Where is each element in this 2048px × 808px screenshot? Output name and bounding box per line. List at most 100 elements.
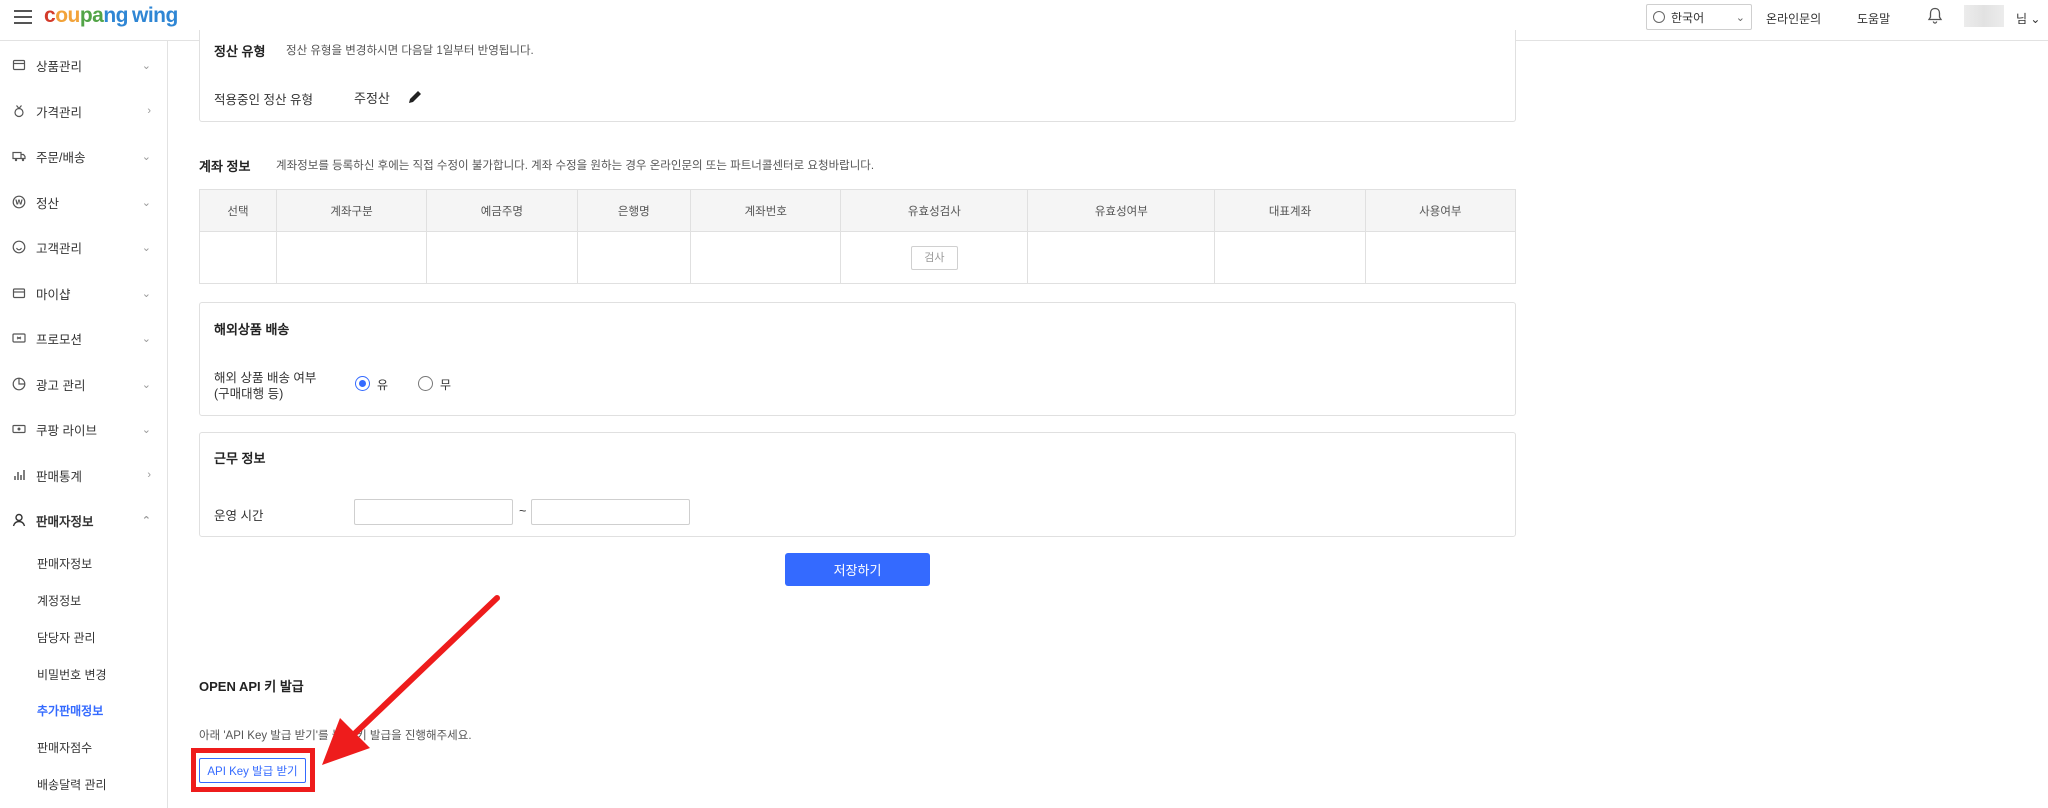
sidebar-item-label: 쿠팡 라이브	[36, 423, 97, 438]
sub-item-manager[interactable]: 담당자 관리	[37, 629, 96, 646]
user-suffix-label: 님	[2016, 12, 2028, 26]
column-header: 예금주명	[426, 189, 578, 232]
sub-item-seller-info[interactable]: 판매자정보	[37, 555, 92, 572]
truck-icon	[12, 149, 26, 163]
save-button[interactable]: 저장하기	[785, 553, 930, 586]
sidebar-item-label: 프로모션	[36, 332, 83, 347]
end-time-input[interactable]	[531, 499, 690, 525]
settlement-panel: 정산 유형 정산 유형을 변경하시면 다음달 1일부터 반영됩니다. 적용중인 …	[199, 30, 1516, 122]
radio-yes[interactable]	[355, 376, 370, 391]
svg-text:W: W	[15, 199, 23, 207]
column-header: 계좌번호	[690, 189, 842, 232]
shop-icon	[12, 286, 26, 300]
table-cell	[199, 231, 277, 284]
box-icon	[12, 58, 26, 72]
sidebar-item-label: 가격관리	[36, 105, 83, 120]
chevron-down-icon: ⌄	[141, 241, 151, 254]
sub-item-additional-sales-info[interactable]: 추가판매정보	[37, 702, 103, 719]
medal-icon	[12, 104, 26, 118]
sub-item-delivery-calendar[interactable]: 배송달력 관리	[37, 776, 107, 793]
table-cell	[426, 231, 578, 284]
settlement-title: 정산 유형	[214, 44, 266, 59]
table-cell	[1364, 231, 1517, 284]
pie-chart-icon	[12, 377, 26, 391]
sidebar-item-label: 마이샵	[36, 287, 71, 302]
user-name-redacted	[1964, 5, 2004, 27]
chevron-right-icon: ›	[147, 105, 151, 117]
table-cell	[576, 231, 692, 284]
bell-icon[interactable]	[1927, 7, 1943, 25]
chevron-down-icon: ⌄	[2030, 12, 2041, 26]
sub-item-password[interactable]: 비밀번호 변경	[37, 666, 107, 683]
column-header: 유효성검사	[840, 189, 1029, 232]
current-settlement-label: 적용중인 정산 유형	[214, 93, 313, 107]
sidebar-item-ads[interactable]: 광고 관리 ⌄	[0, 369, 167, 399]
sidebar-item-label: 상품관리	[36, 59, 83, 74]
chevron-down-icon: ⌄	[141, 150, 151, 163]
work-info-panel: 근무 정보 운영 시간 ~	[199, 432, 1516, 537]
sidebar-item-products[interactable]: 상품관리 ⌄	[0, 50, 167, 80]
chevron-down-icon: ⌄	[141, 59, 151, 72]
start-time-input[interactable]	[354, 499, 513, 525]
chevron-down-icon: ⌄	[141, 287, 151, 300]
online-inquiry-link[interactable]: 온라인문의	[1766, 10, 1821, 27]
sidebar-item-myshop[interactable]: 마이샵 ⌄	[0, 278, 167, 308]
table-cell	[690, 231, 842, 284]
account-title: 계좌 정보	[199, 159, 251, 174]
validate-button[interactable]: 검사	[910, 245, 958, 270]
won-coin-icon: W	[12, 195, 26, 209]
person-icon	[12, 513, 26, 527]
logo-part: wing	[132, 4, 178, 27]
column-header: 선택	[199, 189, 277, 232]
chevron-down-icon: ⌄	[1735, 11, 1745, 24]
overseas-label-sub: (구매대행 등)	[214, 387, 284, 401]
sidebar-item-coupang-live[interactable]: 쿠팡 라이브 ⌄	[0, 414, 167, 444]
edit-pencil-icon[interactable]	[407, 89, 423, 105]
sub-item-seller-score[interactable]: 판매자점수	[37, 739, 92, 756]
chevron-up-icon: ⌃	[141, 514, 151, 527]
current-settlement-value: 주정산	[354, 91, 390, 106]
live-icon	[12, 422, 26, 436]
sidebar-item-customers[interactable]: 고객관리 ⌄	[0, 232, 167, 262]
open-api-title: OPEN API 키 발급	[199, 679, 304, 694]
column-header: 은행명	[576, 189, 692, 232]
sidebar-item-sales-stats[interactable]: 판매통계 ›	[0, 460, 167, 490]
chevron-down-icon: ⌄	[141, 378, 151, 391]
column-header: 계좌구분	[275, 189, 428, 232]
sidebar-item-promotion[interactable]: 프로모션 ⌄	[0, 323, 167, 353]
settlement-desc: 정산 유형을 변경하시면 다음달 1일부터 반영됩니다.	[286, 45, 534, 57]
sidebar-item-orders[interactable]: 주문/배송 ⌄	[0, 141, 167, 171]
radio-yes-label: 유	[377, 378, 389, 392]
work-title: 근무 정보	[214, 451, 266, 466]
table-cell	[1214, 231, 1366, 284]
chevron-right-icon: ›	[147, 469, 151, 481]
overseas-title: 해외상품 배송	[214, 322, 290, 337]
annotation-arrow-icon	[322, 595, 500, 765]
account-table: 선택 계좌구분 예금주명 은행명 계좌번호 유효성검사 유효성여부 대표계좌 사…	[199, 189, 1517, 284]
radio-no[interactable]	[418, 376, 433, 391]
sidebar-item-label: 판매통계	[36, 469, 83, 484]
table-header-row: 선택 계좌구분 예금주명 은행명 계좌번호 유효성검사 유효성여부 대표계좌 사…	[199, 189, 1517, 232]
sidebar-item-pricing[interactable]: 가격관리 ›	[0, 96, 167, 126]
sidebar-item-label: 정산	[36, 196, 60, 211]
sidebar-item-label: 판매자정보	[36, 514, 94, 529]
coupang-wing-logo[interactable]: coupang wing	[44, 4, 178, 28]
language-value: 한국어	[1671, 10, 1705, 25]
user-menu[interactable]: 님 ⌄	[2016, 10, 2040, 27]
column-header: 유효성여부	[1027, 189, 1216, 232]
sidebar-item-settlement[interactable]: W 정산 ⌄	[0, 187, 167, 217]
column-header: 대표계좌	[1214, 189, 1366, 232]
overseas-shipping-panel: 해외상품 배송 해외 상품 배송 여부 (구매대행 등) 유 무	[199, 302, 1516, 416]
table-cell	[275, 231, 428, 284]
sidebar-item-seller-info[interactable]: 판매자정보 ⌃	[0, 505, 167, 535]
language-select[interactable]: 한국어 ⌄	[1646, 4, 1752, 30]
chevron-down-icon: ⌄	[141, 423, 151, 436]
globe-icon	[1653, 11, 1665, 23]
table-cell: 검사	[840, 231, 1029, 284]
sub-item-account-info[interactable]: 계정정보	[37, 592, 81, 609]
sidebar-item-label: 광고 관리	[36, 378, 86, 393]
ticket-icon	[12, 331, 26, 345]
hamburger-menu-icon[interactable]	[14, 10, 32, 26]
help-link[interactable]: 도움말	[1857, 10, 1890, 27]
sidebar-item-label: 주문/배송	[36, 150, 86, 165]
